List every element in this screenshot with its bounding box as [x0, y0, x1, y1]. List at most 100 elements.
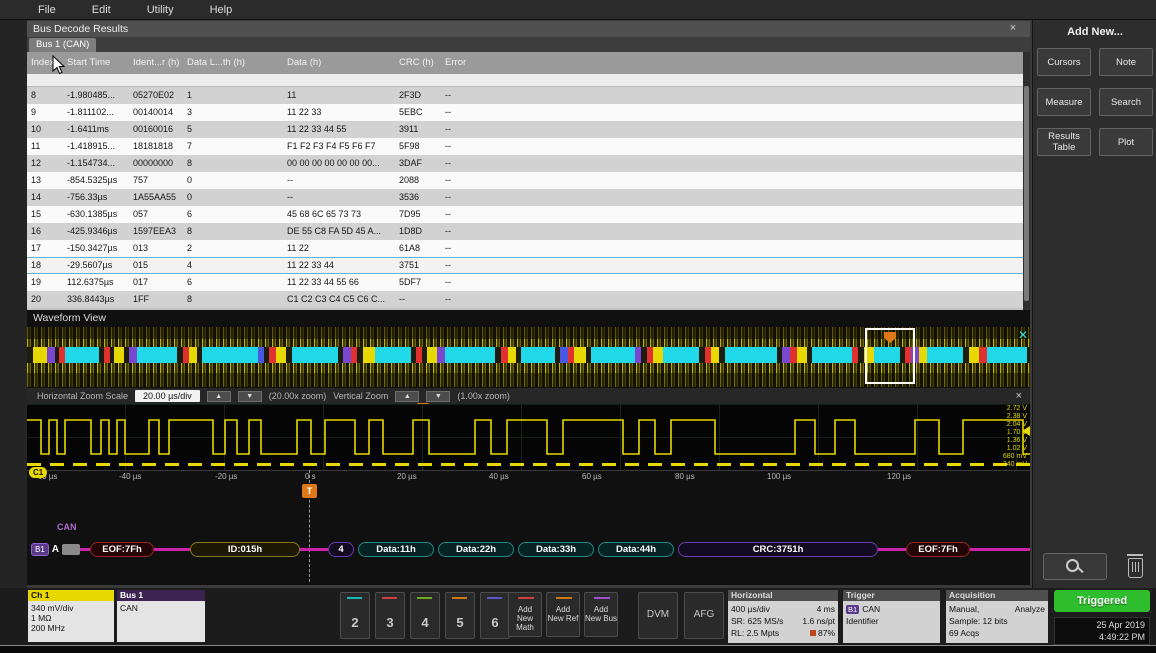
cell-start_time: -29.5607µs	[63, 257, 129, 274]
table-row[interactable]: 11-1.418915...181818187F1 F2 F3 F4 F5 F6…	[27, 138, 1030, 155]
menu-item-file[interactable]: File	[38, 4, 56, 16]
cell-crc: 2F3D	[395, 87, 441, 104]
close-icon[interactable]: ×	[1016, 390, 1022, 402]
cell-data_length: 0	[183, 172, 283, 189]
ch1-impedance: 1 MΩ	[31, 613, 111, 623]
decode-connector	[970, 548, 1030, 551]
menu-item-help[interactable]: Help	[210, 4, 233, 16]
channel-4-button[interactable]: 4	[410, 592, 440, 639]
cell-index: 9	[27, 104, 63, 121]
table-row[interactable]: 8-1.980485...05270E021112F3D--	[27, 87, 1030, 104]
table-row[interactable]: 14-756.33µs1A55AA550--3536--	[27, 189, 1030, 206]
table-row[interactable]: 18-29.5607µs015411 22 33 443751--	[27, 257, 1030, 274]
magnifier-handle-icon	[1077, 566, 1083, 572]
overview-segment	[137, 347, 177, 363]
add-measure-button[interactable]: Measure	[1037, 88, 1091, 116]
table-row[interactable]: 13-854.5325µs7570--2088--	[27, 172, 1030, 189]
cell-index: 17	[27, 240, 63, 257]
overview-segment	[189, 347, 197, 363]
overview-segment	[725, 347, 777, 363]
button-add-new-ref[interactable]: Add New Ref	[546, 592, 580, 637]
cell-data: 11 22 33 44	[283, 257, 395, 274]
trigger-marker[interactable]: T	[302, 484, 317, 498]
table-row[interactable]: 15-630.1385µs057645 68 6C 65 73 737D95--	[27, 206, 1030, 223]
table-row[interactable]: 10-1.6411ms00160016511 22 33 44 553911--	[27, 121, 1030, 138]
left-rail	[0, 20, 27, 645]
h-zoom-up-button[interactable]: ▲	[207, 391, 231, 402]
decode-field-eof[interactable]: EOF:7Fh	[90, 542, 154, 557]
bus1-badge[interactable]: B1	[31, 543, 49, 556]
overview-zoom-box[interactable]	[865, 328, 915, 384]
channel1-settings-badge[interactable]: Ch 1 340 mV/div 1 MΩ 200 MHz	[28, 590, 114, 642]
cell-index: 12	[27, 155, 63, 172]
cell-start_time: -1.418915...	[63, 138, 129, 155]
decode-connector	[154, 548, 190, 551]
zoomed-waveform[interactable]: 2.72 V2.38 V2.04 V1.70 V1.36 V1.02 V680 …	[27, 404, 1030, 470]
add-search-button[interactable]: Search	[1099, 88, 1153, 116]
table-row[interactable]: 9-1.811102...00140014311 22 335EBC--	[27, 104, 1030, 121]
channel1-badge[interactable]: C1	[29, 467, 47, 478]
cell-index: 11	[27, 138, 63, 155]
cell-identifier: 00000000	[129, 155, 183, 172]
v-zoom-down-button[interactable]: ▼	[426, 391, 450, 402]
trigger-panel[interactable]: Trigger B1CAN Identifier	[843, 590, 940, 643]
time-label: 120 µs	[887, 472, 911, 481]
decode-field-dlc[interactable]: 4	[328, 542, 354, 557]
menu-bar: File Edit Utility Help	[0, 0, 1156, 20]
table-row[interactable]: 19112.6375µs017611 22 33 44 55 665DF7--	[27, 274, 1030, 291]
horizontal-panel[interactable]: Horizontal 400 µs/div4 ms SR: 625 MS/s1.…	[728, 590, 838, 643]
trigger-title: Trigger	[843, 590, 940, 601]
overview-segment	[979, 347, 987, 363]
button-add-new-math[interactable]: Add New Math	[508, 592, 542, 637]
add-plot-button[interactable]: Plot	[1099, 128, 1153, 156]
overview-segment	[1027, 347, 1030, 363]
decode-field-data[interactable]: Data:44h	[598, 542, 674, 557]
overview-segment	[969, 347, 979, 363]
close-icon[interactable]: ×	[1006, 21, 1020, 37]
time-label: 40 µs	[489, 472, 509, 481]
acquisition-panel[interactable]: Acquisition Manual,Analyze Sample: 12 bi…	[946, 590, 1048, 643]
bus-badge-letter: A	[52, 544, 59, 555]
channel-6-button[interactable]: 6	[480, 592, 510, 639]
add-results-table-button[interactable]: Results Table	[1037, 128, 1091, 156]
v-zoom-up-button[interactable]: ▲	[395, 391, 419, 402]
decode-field-data[interactable]: Data:22h	[438, 542, 514, 557]
cell-data_length: 8	[183, 155, 283, 172]
afg-button[interactable]: AFG	[684, 592, 724, 639]
table-row[interactable]: 16-425.9346µs1597EEA38DE 55 C8 FA 5D 45 …	[27, 223, 1030, 240]
overview-segment	[790, 347, 797, 363]
add-note-button[interactable]: Note	[1099, 48, 1153, 76]
scrollbar-thumb[interactable]	[1024, 86, 1029, 301]
decode-field-eof[interactable]: EOF:7Fh	[906, 542, 970, 557]
channel-2-button[interactable]: 2	[340, 592, 370, 639]
overview-segment	[437, 347, 445, 363]
h-zoom-scale-value[interactable]: 20.00 µs/div	[135, 390, 200, 402]
waveform-overview[interactable]: ✕	[27, 327, 1030, 387]
tab-bus1-can[interactable]: Bus 1 (CAN)	[29, 38, 96, 52]
h-zoom-down-button[interactable]: ▼	[238, 391, 262, 402]
decode-field-id[interactable]: ID:015h	[190, 542, 300, 557]
bus-badge-group[interactable]: B1 A	[31, 543, 80, 556]
button-add-new-bus[interactable]: Add New Bus	[584, 592, 618, 637]
decode-field-data[interactable]: Data:11h	[358, 542, 434, 557]
h-zoom-scale-label: Horizontal Zoom Scale	[37, 391, 128, 401]
table-partial-row	[27, 74, 1030, 87]
table-row[interactable]: 20336.8443µs1FF8C1 C2 C3 C4 C5 C6 C...--…	[27, 291, 1030, 308]
channel-5-button[interactable]: 5	[445, 592, 475, 639]
table-row[interactable]: 17-150.3427µs013211 2261A8--	[27, 240, 1030, 257]
zoom-tool-button[interactable]	[1043, 553, 1107, 580]
channel-3-button[interactable]: 3	[375, 592, 405, 639]
decode-field-crc[interactable]: CRC:3751h	[678, 542, 878, 557]
menu-item-edit[interactable]: Edit	[92, 4, 111, 16]
decode-field-data[interactable]: Data:33h	[518, 542, 594, 557]
table-scrollbar[interactable]	[1023, 52, 1030, 310]
menu-item-utility[interactable]: Utility	[147, 4, 174, 16]
bus-can-label: CAN	[57, 522, 77, 532]
add-cursors-button[interactable]: Cursors	[1037, 48, 1091, 76]
channel1-settings: 340 mV/div 1 MΩ 200 MHz	[28, 601, 114, 642]
cell-identifier: 05270E02	[129, 87, 183, 104]
bus1-settings-badge[interactable]: Bus 1 CAN	[117, 590, 205, 642]
dvm-button[interactable]: DVM	[638, 592, 678, 639]
table-row[interactable]: 12-1.154734...00000000800 00 00 00 00 00…	[27, 155, 1030, 172]
delete-button[interactable]	[1123, 552, 1147, 580]
